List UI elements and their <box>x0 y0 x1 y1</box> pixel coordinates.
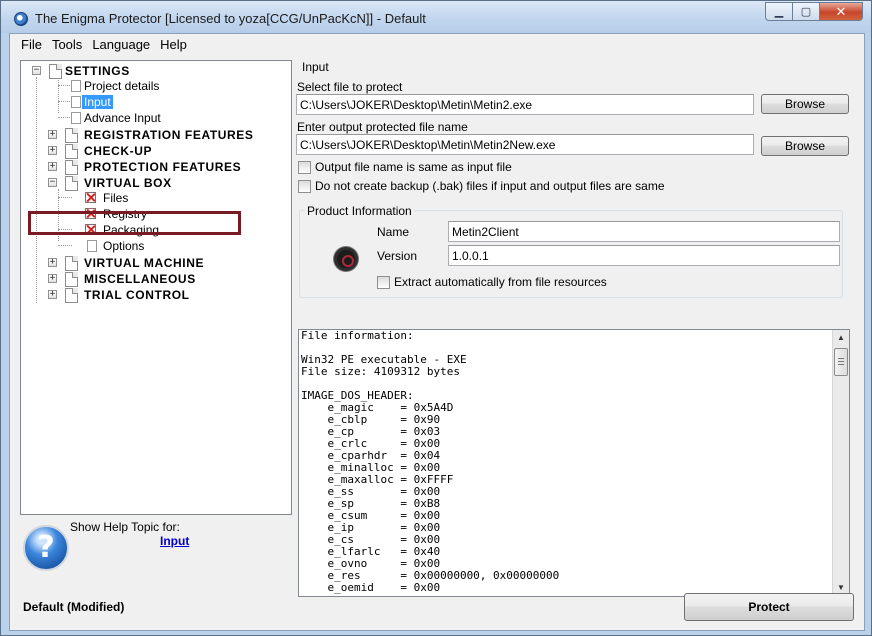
page-icon <box>71 80 81 92</box>
project-status: Default (Modified) <box>23 600 125 614</box>
tree-connector <box>58 85 72 86</box>
scroll-up-arrow-icon[interactable]: ▲ <box>837 333 845 342</box>
folder-icon <box>61 128 78 146</box>
tree-item-registration-features[interactable]: REGISTRATION FEATURES <box>84 128 254 142</box>
protect-button[interactable]: Protect <box>684 593 854 621</box>
tree-item-trial-control[interactable]: TRIAL CONTROL <box>84 288 190 302</box>
product-name-label: Name <box>377 225 410 239</box>
expand-toggle[interactable]: + <box>48 146 57 155</box>
scroll-thumb[interactable] <box>834 348 848 376</box>
title-bar[interactable]: The Enigma Protector [Licensed to yoza[C… <box>1 1 871 33</box>
minimize-button[interactable]: ▁ <box>765 2 792 21</box>
close-button[interactable]: ✕ <box>819 2 863 21</box>
same-as-input-checkbox[interactable] <box>298 161 311 174</box>
help-topic-link[interactable]: Input <box>160 534 189 548</box>
settings-tree[interactable]: − SETTINGS Project details Input Advance… <box>20 60 292 515</box>
folder-icon <box>61 256 78 274</box>
folder-icon <box>61 176 78 194</box>
window-title: The Enigma Protector [Licensed to yoza[C… <box>35 11 426 26</box>
input-group: Input Select file to protect C:\Users\JO… <box>290 60 862 597</box>
tree-connector <box>58 101 72 102</box>
menu-file[interactable]: File <box>10 34 47 54</box>
question-icon[interactable]: ? <box>23 525 69 571</box>
tree-item-project-details[interactable]: Project details <box>84 79 159 93</box>
tree-connector <box>58 197 72 198</box>
input-group-title: Input <box>300 60 331 74</box>
scroll-down-arrow-icon[interactable]: ▼ <box>837 583 845 592</box>
same-as-input-label: Output file name is same as input file <box>315 160 512 174</box>
file-info-line: e_oemid = 0x00 <box>301 581 441 594</box>
tree-item-files[interactable]: Files <box>103 191 128 205</box>
select-file-label: Select file to protect <box>297 80 403 94</box>
tree-connector <box>58 245 72 246</box>
folder-icon <box>61 160 78 178</box>
product-version-input[interactable]: 1.0.0.1 <box>448 245 840 266</box>
file-information-text: File information: Win32 PE executable - … <box>301 330 559 594</box>
menu-language[interactable]: Language <box>87 34 155 54</box>
tree-item-protection-features[interactable]: PROTECTION FEATURES <box>84 160 241 174</box>
annotation-highlight-box <box>28 211 241 235</box>
file-information-memo[interactable]: File information: Win32 PE executable - … <box>298 329 850 597</box>
help-caption: Show Help Topic for: <box>70 520 180 534</box>
expand-toggle[interactable]: + <box>48 258 57 267</box>
expand-toggle[interactable]: + <box>48 130 57 139</box>
no-backup-checkbox[interactable] <box>298 180 311 193</box>
product-logo-icon <box>334 247 358 271</box>
enigma-app-icon[interactable] <box>14 12 28 26</box>
file-info-line: File size: 4109312 bytes <box>301 365 460 378</box>
client-area: File Tools Language Help − SETTINGS Proj… <box>9 33 865 631</box>
tree-item-input[interactable]: Input <box>82 95 113 109</box>
browse-output-button[interactable]: Browse <box>761 136 849 156</box>
tree-item-check-up[interactable]: CHECK-UP <box>84 144 152 158</box>
maximize-button[interactable]: ▢ <box>792 2 819 21</box>
no-backup-label: Do not create backup (.bak) files if inp… <box>315 179 665 193</box>
vertical-scrollbar[interactable]: ▲ ▼ <box>832 330 849 596</box>
folder-icon <box>61 144 78 162</box>
tree-item-miscellaneous[interactable]: MISCELLANEOUS <box>84 272 196 286</box>
collapse-toggle[interactable]: − <box>48 178 57 187</box>
page-icon <box>87 240 97 252</box>
extract-resources-label: Extract automatically from file resource… <box>394 275 607 289</box>
product-information-title: Product Information <box>305 204 414 218</box>
page-icon <box>71 96 81 108</box>
app-window: The Enigma Protector [Licensed to yoza[C… <box>0 0 872 636</box>
folder-icon <box>61 272 78 290</box>
folder-icon <box>61 288 78 306</box>
disabled-x-icon <box>85 192 96 203</box>
extract-resources-checkbox[interactable] <box>377 276 390 289</box>
tree-item-advance-input[interactable]: Advance Input <box>84 111 161 125</box>
collapse-toggle[interactable]: − <box>32 66 41 75</box>
expand-toggle[interactable]: + <box>48 162 57 171</box>
caption-buttons: ▁ ▢ ✕ <box>765 2 863 22</box>
product-information-group: Product Information Name Metin2Client Ve… <box>299 204 843 298</box>
tree-connector <box>58 117 72 118</box>
expand-toggle[interactable]: + <box>48 274 57 283</box>
tree-connector <box>36 77 37 303</box>
product-name-input[interactable]: Metin2Client <box>448 221 840 242</box>
browse-input-button[interactable]: Browse <box>761 94 849 114</box>
file-info-line: File information: <box>301 329 414 342</box>
settings-folder-icon <box>45 64 62 82</box>
expand-toggle[interactable]: + <box>48 290 57 299</box>
output-file-label: Enter output protected file name <box>297 120 468 134</box>
menu-tools[interactable]: Tools <box>47 34 87 54</box>
page-icon <box>71 112 81 124</box>
tree-item-settings[interactable]: SETTINGS <box>65 64 130 78</box>
menu-bar: File Tools Language Help <box>10 34 864 54</box>
select-file-input[interactable]: C:\Users\JOKER\Desktop\Metin\Metin2.exe <box>296 94 754 115</box>
tree-item-virtual-machine[interactable]: VIRTUAL MACHINE <box>84 256 204 270</box>
product-version-label: Version <box>377 249 418 263</box>
output-file-input[interactable]: C:\Users\JOKER\Desktop\Metin\Metin2New.e… <box>296 134 754 155</box>
tree-item-virtual-box[interactable]: VIRTUAL BOX <box>84 176 172 190</box>
tree-item-options[interactable]: Options <box>103 239 144 253</box>
tree-connector <box>58 77 59 113</box>
menu-help[interactable]: Help <box>155 34 192 54</box>
